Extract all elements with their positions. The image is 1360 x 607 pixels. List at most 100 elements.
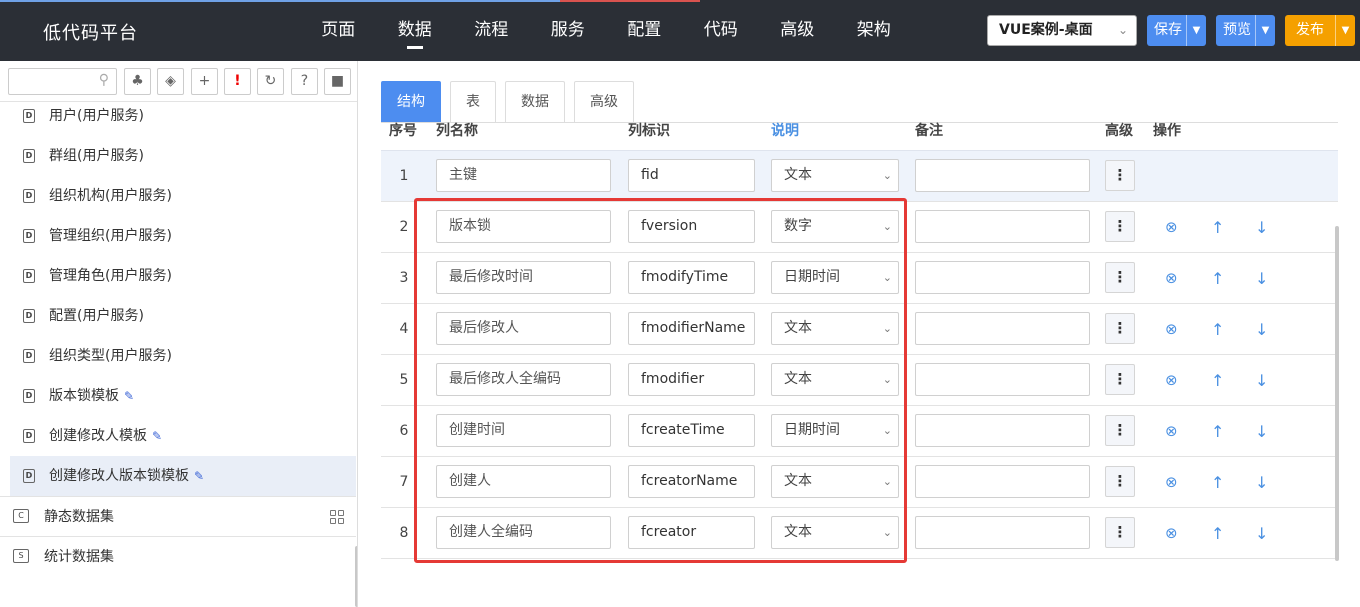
delete-icon[interactable]: ⊗ [1165, 457, 1178, 508]
main-scrollbar[interactable] [1335, 226, 1339, 561]
move-up-icon[interactable]: ↑ [1211, 406, 1224, 457]
more-options-icon[interactable]: ⋮ [1105, 160, 1135, 191]
move-up-icon[interactable]: ↑ [1211, 508, 1224, 559]
more-options-icon[interactable]: ⋮ [1105, 415, 1135, 446]
publish-dropdown-caret-icon[interactable]: ▼ [1335, 15, 1355, 46]
sidebar-group-item[interactable]: S 统计数据集 [0, 536, 356, 576]
save-dropdown-caret-icon[interactable]: ▼ [1186, 15, 1206, 46]
column-type-select[interactable]: 日期时间 ⌄ [771, 414, 899, 447]
nav-item[interactable]: 页面 [300, 0, 377, 61]
move-down-icon[interactable]: ↓ [1255, 253, 1268, 304]
sidebar-tree-item[interactable]: D 版本锁模板 ✎ [0, 376, 356, 416]
column-note-input[interactable] [915, 363, 1090, 396]
column-name-input[interactable]: 创建人 [436, 465, 611, 498]
column-name-input[interactable]: 最后修改人全编码 [436, 363, 611, 396]
tag-icon[interactable]: ◈ [157, 68, 184, 95]
move-down-icon[interactable]: ↓ [1255, 304, 1268, 355]
pencil-icon[interactable]: ✎ [124, 389, 134, 403]
sidebar-tree-item[interactable]: D 组织机构(用户服务) [0, 176, 356, 216]
tab[interactable]: 表 [450, 81, 496, 123]
grid-icon[interactable] [330, 510, 344, 524]
pencil-icon[interactable]: ✎ [194, 469, 204, 483]
nav-item[interactable]: 配置 [606, 0, 683, 61]
move-up-icon[interactable]: ↑ [1211, 253, 1224, 304]
column-type-select[interactable]: 文本 ⌄ [771, 363, 899, 396]
nav-item[interactable]: 代码 [683, 0, 760, 61]
sidebar-tree-item[interactable]: D 组织类型(用户服务) [0, 336, 356, 376]
plus-icon[interactable]: + [191, 68, 218, 95]
more-options-icon[interactable]: ⋮ [1105, 364, 1135, 395]
delete-icon[interactable]: ⊗ [1165, 202, 1178, 253]
column-note-input[interactable] [915, 414, 1090, 447]
sidebar-tree-item[interactable]: D 配置(用户服务) [0, 296, 356, 336]
column-code-input[interactable]: fid [628, 159, 755, 192]
nav-item[interactable]: 高级 [759, 0, 836, 61]
more-options-icon[interactable]: ⋮ [1105, 517, 1135, 548]
comment-icon[interactable]: ■ [324, 68, 351, 95]
column-type-select[interactable]: 日期时间 ⌄ [771, 261, 899, 294]
sidebar-group-item[interactable]: C 静态数据集 [0, 496, 356, 536]
preview-dropdown-caret-icon[interactable]: ▼ [1255, 15, 1275, 46]
column-name-input[interactable]: 最后修改人 [436, 312, 611, 345]
column-code-input[interactable]: fmodifierName [628, 312, 755, 345]
column-name-input[interactable]: 版本锁 [436, 210, 611, 243]
column-code-input[interactable]: fcreatorName [628, 465, 755, 498]
column-type-select[interactable]: 文本 ⌄ [771, 159, 899, 192]
move-up-icon[interactable]: ↑ [1211, 355, 1224, 406]
refresh-icon[interactable]: ↻ [257, 68, 284, 95]
column-code-input[interactable]: fversion [628, 210, 755, 243]
column-note-input[interactable] [915, 312, 1090, 345]
project-select[interactable]: VUE案例-桌面 ⌄ [987, 15, 1137, 46]
header-desc[interactable]: 说明 [771, 123, 799, 151]
column-name-input[interactable]: 主键 [436, 159, 611, 192]
more-options-icon[interactable]: ⋮ [1105, 211, 1135, 242]
save-button[interactable]: 保存 ▼ [1147, 15, 1206, 46]
delete-icon[interactable]: ⊗ [1165, 304, 1178, 355]
move-down-icon[interactable]: ↓ [1255, 406, 1268, 457]
help-icon[interactable]: ? [291, 68, 318, 95]
delete-icon[interactable]: ⊗ [1165, 253, 1178, 304]
delete-icon[interactable]: ⊗ [1165, 508, 1178, 559]
preview-button[interactable]: 预览 ▼ [1216, 15, 1275, 46]
sidebar-tree-item[interactable]: D 群组(用户服务) [0, 136, 356, 176]
more-options-icon[interactable]: ⋮ [1105, 313, 1135, 344]
nav-item[interactable]: 架构 [836, 0, 913, 61]
delete-icon[interactable]: ⊗ [1165, 406, 1178, 457]
column-type-select[interactable]: 文本 ⌄ [771, 516, 899, 549]
nav-item[interactable]: 数据 [377, 0, 454, 61]
column-type-select[interactable]: 文本 ⌄ [771, 465, 899, 498]
move-down-icon[interactable]: ↓ [1255, 355, 1268, 406]
move-up-icon[interactable]: ↑ [1211, 457, 1224, 508]
nav-item[interactable]: 流程 [453, 0, 530, 61]
tab[interactable]: 高级 [574, 81, 634, 123]
move-up-icon[interactable]: ↑ [1211, 304, 1224, 355]
column-name-input[interactable]: 最后修改时间 [436, 261, 611, 294]
move-down-icon[interactable]: ↓ [1255, 202, 1268, 253]
column-code-input[interactable]: fmodifyTime [628, 261, 755, 294]
column-note-input[interactable] [915, 210, 1090, 243]
sidebar-search-input[interactable]: ⚲ [8, 68, 117, 95]
move-down-icon[interactable]: ↓ [1255, 508, 1268, 559]
more-options-icon[interactable]: ⋮ [1105, 262, 1135, 293]
exclamation-icon[interactable]: ! [224, 68, 251, 95]
pencil-icon[interactable]: ✎ [152, 429, 162, 443]
publish-button[interactable]: 发布 ▼ [1285, 15, 1355, 46]
column-code-input[interactable]: fcreator [628, 516, 755, 549]
column-name-input[interactable]: 创建人全编码 [436, 516, 611, 549]
column-type-select[interactable]: 文本 ⌄ [771, 312, 899, 345]
move-up-icon[interactable]: ↑ [1211, 202, 1224, 253]
tab[interactable]: 结构 [381, 81, 441, 123]
sidebar-tree-item[interactable]: D 用户(用户服务) [0, 96, 356, 136]
sidebar-scrollbar[interactable] [355, 546, 357, 607]
column-note-input[interactable] [915, 261, 1090, 294]
delete-icon[interactable]: ⊗ [1165, 355, 1178, 406]
more-options-icon[interactable]: ⋮ [1105, 466, 1135, 497]
move-down-icon[interactable]: ↓ [1255, 457, 1268, 508]
sidebar-tree-item[interactable]: D 创建修改人模板 ✎ [0, 416, 356, 456]
column-note-input[interactable] [915, 465, 1090, 498]
nav-item[interactable]: 服务 [530, 0, 607, 61]
column-code-input[interactable]: fmodifier [628, 363, 755, 396]
sidebar-tree-item[interactable]: D 管理角色(用户服务) [0, 256, 356, 296]
sidebar-tree-item[interactable]: D 创建修改人版本锁模板 ✎ [10, 456, 356, 496]
sidebar-tree-item[interactable]: D 管理组织(用户服务) [0, 216, 356, 256]
